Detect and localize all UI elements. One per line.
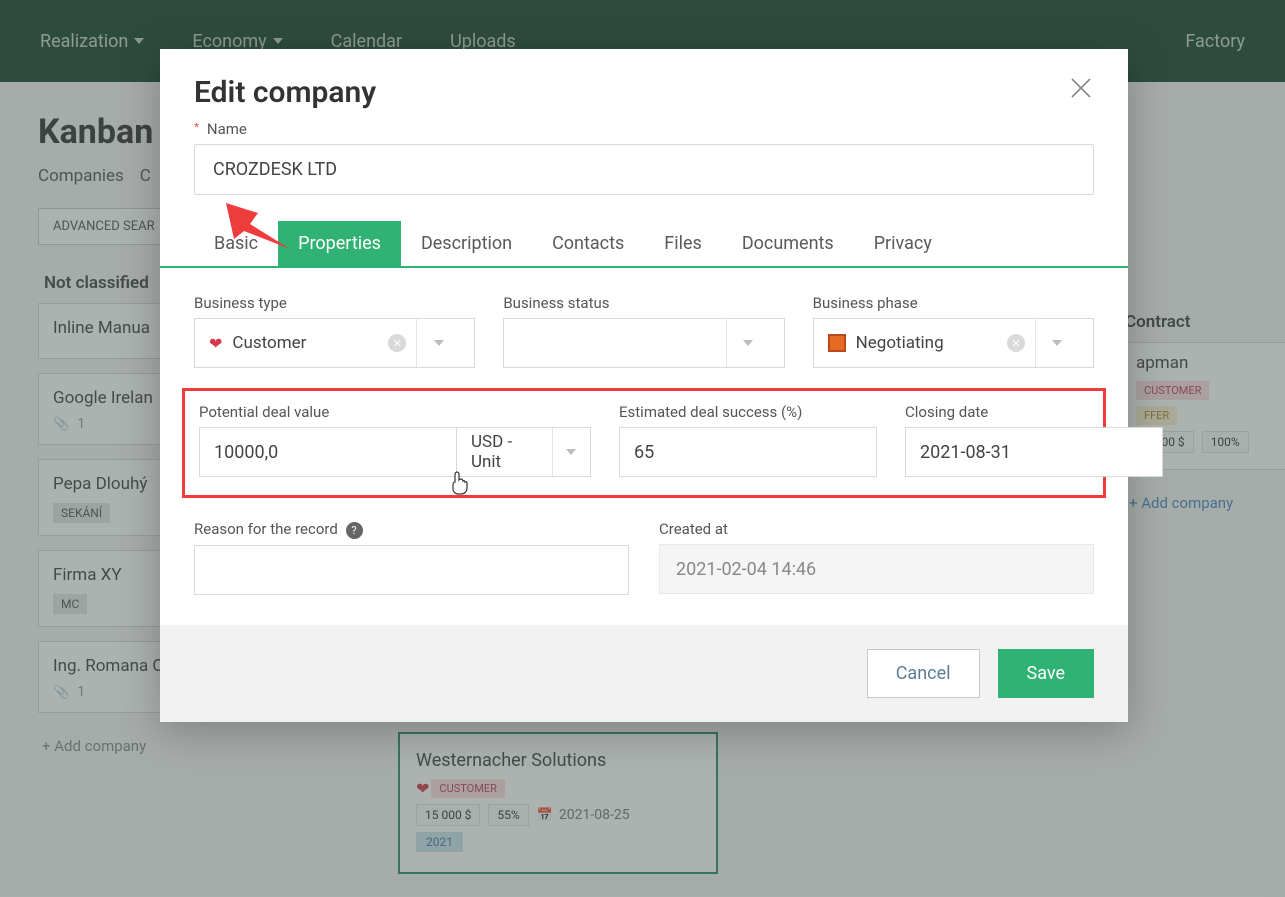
business-type-select[interactable]: Customer ✕ [194, 318, 475, 368]
business-status-label: Business status [503, 294, 784, 312]
reason-label: Reason for the record ? [194, 520, 629, 539]
company-name-input[interactable] [194, 144, 1094, 195]
clear-icon[interactable]: ✕ [388, 334, 406, 352]
business-phase-select[interactable]: Negotiating ✕ [813, 318, 1094, 368]
select-value: USD - Unit [471, 432, 544, 472]
closing-date-label: Closing date [905, 403, 1163, 421]
tab-description[interactable]: Description [401, 221, 532, 266]
name-label: * Name [194, 120, 1094, 138]
cancel-button[interactable]: Cancel [867, 649, 980, 698]
modal-footer: Cancel Save [160, 625, 1128, 722]
tab-privacy[interactable]: Privacy [854, 221, 952, 266]
chevron-down-icon [1052, 340, 1062, 346]
phase-color-swatch [828, 334, 846, 352]
modal-title: Edit company [194, 75, 376, 110]
select-value: Customer [232, 333, 378, 353]
required-star-icon: * [194, 120, 199, 134]
created-at-value: 2021-02-04 14:46 [659, 544, 1094, 594]
created-at-label: Created at [659, 520, 1094, 538]
deal-currency-select[interactable]: USD - Unit [457, 427, 591, 477]
tab-basic[interactable]: Basic [194, 221, 278, 266]
closing-date-input[interactable] [905, 427, 1163, 477]
select-value: Negotiating [856, 333, 997, 353]
chevron-down-icon [743, 340, 753, 346]
deal-success-input[interactable] [619, 427, 877, 477]
deal-value-input[interactable] [199, 427, 457, 477]
help-icon[interactable]: ? [346, 522, 363, 539]
tab-files[interactable]: Files [644, 221, 722, 266]
deal-success-label: Estimated deal success (%) [619, 403, 877, 421]
business-type-label: Business type [194, 294, 475, 312]
save-button[interactable]: Save [998, 649, 1095, 698]
chevron-down-icon [566, 449, 576, 455]
tab-documents[interactable]: Documents [722, 221, 854, 266]
clear-icon[interactable]: ✕ [1007, 334, 1025, 352]
business-status-select[interactable] [503, 318, 784, 368]
highlighted-deal-section: Potential deal value USD - Unit Estimate… [182, 388, 1106, 498]
modal-tabs: Basic Properties Description Contacts Fi… [160, 195, 1128, 268]
deal-value-label: Potential deal value [199, 403, 591, 421]
edit-company-modal: Edit company * Name Basic Properties Des… [160, 49, 1128, 722]
chevron-down-icon [434, 340, 444, 346]
tab-properties[interactable]: Properties [278, 221, 401, 266]
heart-icon [209, 334, 222, 353]
business-phase-label: Business phase [813, 294, 1094, 312]
tab-contacts[interactable]: Contacts [532, 221, 644, 266]
reason-input[interactable] [194, 545, 629, 595]
close-icon[interactable] [1068, 75, 1094, 105]
